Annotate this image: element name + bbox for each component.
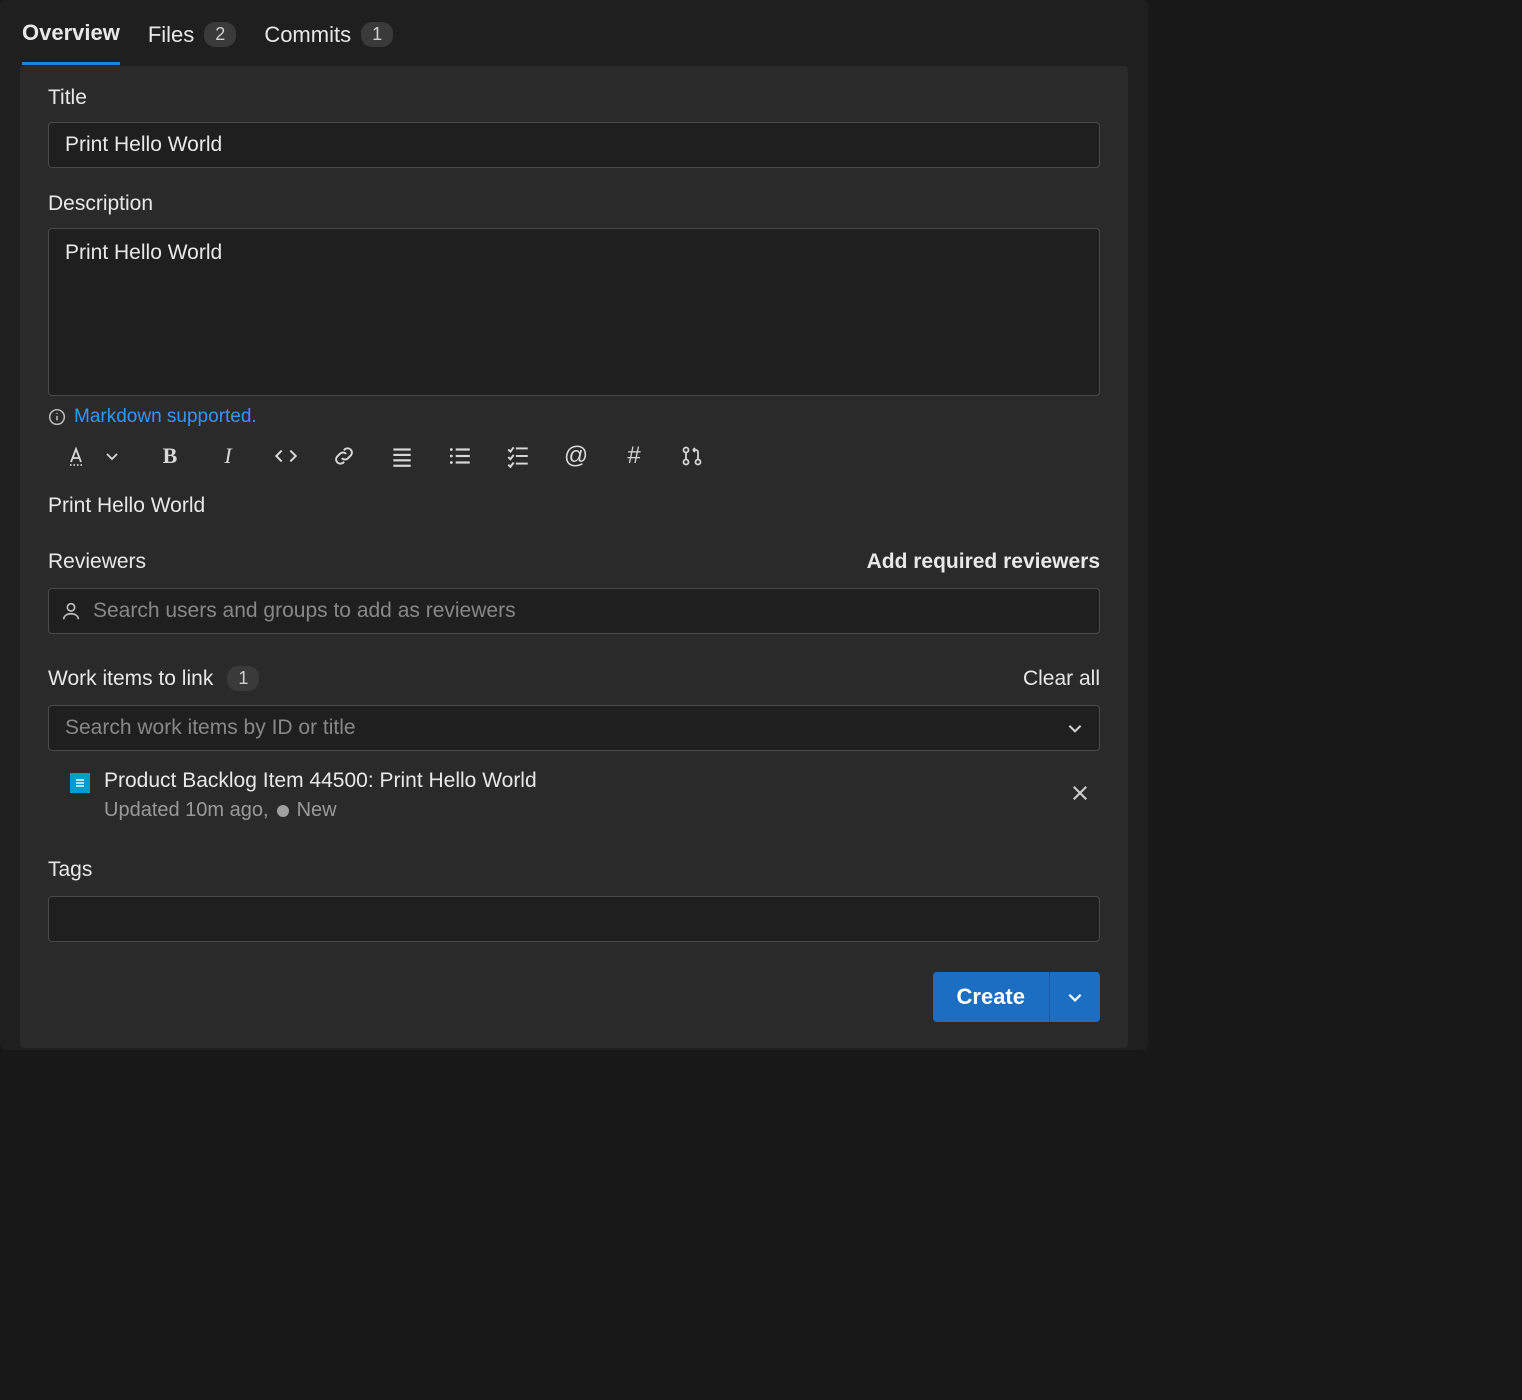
reviewers-header: Reviewers Add required reviewers bbox=[48, 550, 1100, 574]
work-items-header: Work items to link 1 Clear all bbox=[48, 666, 1100, 691]
pr-create-panel: Overview Files 2 Commits 1 Title Descrip… bbox=[0, 0, 1148, 1050]
info-icon bbox=[48, 408, 66, 426]
title-label: Title bbox=[48, 86, 1100, 110]
title-section: Title bbox=[48, 86, 1100, 168]
tags-label: Tags bbox=[48, 858, 92, 882]
markdown-supported-link[interactable]: Markdown supported. bbox=[74, 406, 257, 428]
description-label: Description bbox=[48, 192, 1100, 216]
work-items-label: Work items to link bbox=[48, 667, 213, 691]
tags-input[interactable] bbox=[48, 896, 1100, 942]
work-item-meta: Updated 10m ago, New bbox=[104, 799, 537, 822]
tab-files-count: 2 bbox=[204, 22, 236, 47]
work-items-select bbox=[48, 705, 1100, 751]
tab-bar: Overview Files 2 Commits 1 bbox=[0, 0, 1148, 66]
markdown-toolbar: B I @ # bbox=[48, 442, 1100, 470]
tab-commits[interactable]: Commits 1 bbox=[264, 12, 393, 65]
description-section: Description Print Hello World Markdown s… bbox=[48, 192, 1100, 518]
tab-label: Commits bbox=[264, 22, 351, 48]
pbi-icon bbox=[70, 773, 90, 793]
reviewers-label: Reviewers bbox=[48, 550, 146, 574]
create-dropdown-button[interactable] bbox=[1050, 972, 1100, 1022]
work-item-state: New bbox=[297, 799, 337, 822]
tags-header: Tags bbox=[48, 858, 1100, 882]
numbered-list-button[interactable] bbox=[446, 442, 474, 470]
code-button[interactable] bbox=[272, 442, 300, 470]
remove-work-item-button[interactable] bbox=[1066, 779, 1094, 807]
work-item-updated: Updated 10m ago, bbox=[104, 799, 269, 822]
form-content: Title Description Print Hello World Mark… bbox=[20, 66, 1128, 1048]
reviewers-search-input[interactable] bbox=[48, 588, 1100, 634]
description-textarea[interactable]: Print Hello World bbox=[48, 228, 1100, 396]
tab-overview[interactable]: Overview bbox=[22, 12, 120, 65]
pr-link-button[interactable] bbox=[678, 442, 706, 470]
markdown-hint-row: Markdown supported. bbox=[48, 406, 1100, 428]
hash-button[interactable]: # bbox=[620, 442, 648, 470]
state-dot-icon bbox=[277, 805, 289, 817]
clear-all-link[interactable]: Clear all bbox=[1023, 667, 1100, 691]
bold-button[interactable]: B bbox=[156, 442, 184, 470]
bullet-list-button[interactable] bbox=[388, 442, 416, 470]
person-icon bbox=[60, 600, 82, 622]
chevron-down-icon bbox=[98, 442, 126, 470]
tab-files[interactable]: Files 2 bbox=[148, 12, 236, 65]
link-button[interactable] bbox=[330, 442, 358, 470]
work-items-search-input[interactable] bbox=[48, 705, 1100, 751]
text-style-group[interactable] bbox=[62, 442, 126, 470]
tab-label: Overview bbox=[22, 20, 120, 46]
work-item-row: Product Backlog Item 44500: Print Hello … bbox=[48, 751, 1100, 822]
work-items-count: 1 bbox=[227, 666, 259, 691]
text-style-icon bbox=[62, 442, 90, 470]
reviewers-input-wrapper bbox=[48, 588, 1100, 634]
checklist-button[interactable] bbox=[504, 442, 532, 470]
chevron-down-icon bbox=[1066, 988, 1084, 1006]
tab-commits-count: 1 bbox=[361, 22, 393, 47]
tab-label: Files bbox=[148, 22, 194, 48]
title-input[interactable] bbox=[48, 122, 1100, 168]
footer: Create bbox=[48, 972, 1100, 1022]
create-button[interactable]: Create bbox=[933, 972, 1050, 1022]
work-item-title[interactable]: Product Backlog Item 44500: Print Hello … bbox=[104, 769, 537, 793]
description-preview: Print Hello World bbox=[48, 494, 1100, 518]
create-button-group: Create bbox=[933, 972, 1100, 1022]
add-required-reviewers-link[interactable]: Add required reviewers bbox=[867, 550, 1100, 574]
mention-button[interactable]: @ bbox=[562, 442, 590, 470]
italic-button[interactable]: I bbox=[214, 442, 242, 470]
